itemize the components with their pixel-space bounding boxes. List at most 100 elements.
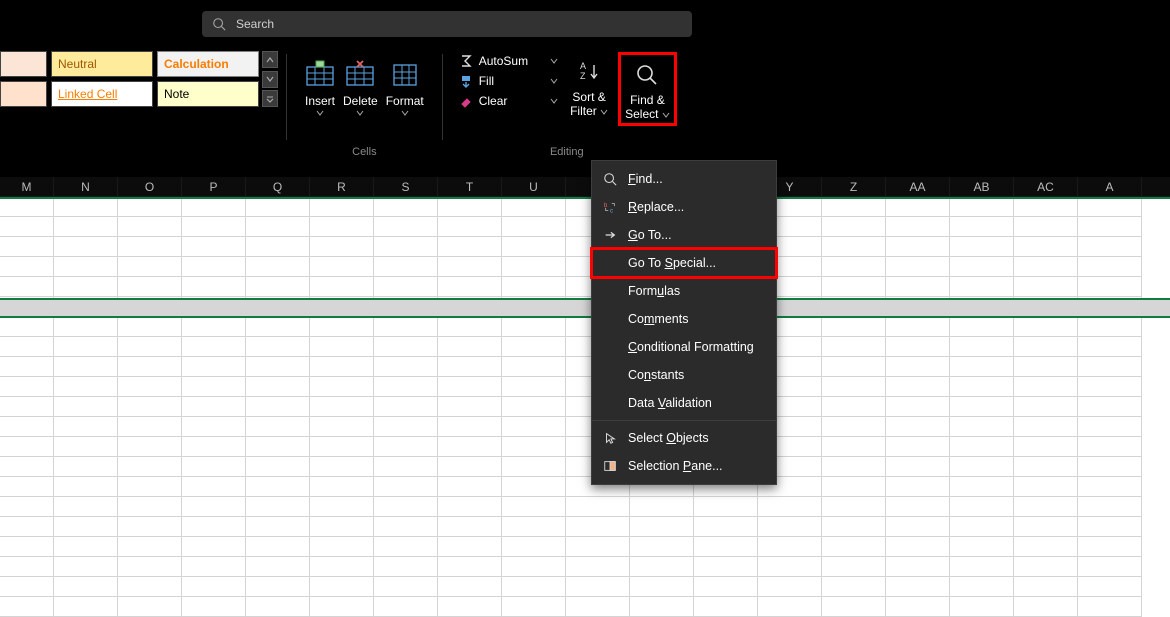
cell[interactable]: [1078, 397, 1142, 417]
grid[interactable]: [0, 197, 1170, 617]
cell[interactable]: [822, 597, 886, 617]
grid-row[interactable]: [0, 577, 1170, 597]
cell[interactable]: [374, 557, 438, 577]
cell[interactable]: [246, 517, 310, 537]
menu-comments[interactable]: Comments: [592, 305, 776, 333]
cell[interactable]: [886, 337, 950, 357]
cell[interactable]: [502, 357, 566, 377]
cell[interactable]: [822, 397, 886, 417]
style-cell-partial[interactable]: [0, 51, 47, 77]
cell[interactable]: [0, 397, 54, 417]
cell[interactable]: [118, 237, 182, 257]
cell[interactable]: [1014, 257, 1078, 277]
cell[interactable]: [822, 417, 886, 437]
cell[interactable]: [438, 257, 502, 277]
cell[interactable]: [438, 357, 502, 377]
cell[interactable]: [374, 257, 438, 277]
cell[interactable]: [1014, 317, 1078, 337]
cell[interactable]: [886, 517, 950, 537]
cell[interactable]: [822, 537, 886, 557]
cell[interactable]: [374, 357, 438, 377]
cell[interactable]: [310, 357, 374, 377]
cell[interactable]: [310, 537, 374, 557]
cell[interactable]: [0, 317, 54, 337]
cell[interactable]: [438, 437, 502, 457]
cell[interactable]: [1014, 277, 1078, 297]
cell[interactable]: [438, 237, 502, 257]
cell[interactable]: [310, 577, 374, 597]
cell[interactable]: [502, 517, 566, 537]
cell[interactable]: [438, 397, 502, 417]
cell[interactable]: [1014, 217, 1078, 237]
cell[interactable]: [630, 497, 694, 517]
cell[interactable]: [0, 537, 54, 557]
menu-data-validation[interactable]: Data Validation: [592, 389, 776, 417]
style-cell-partial-2[interactable]: [0, 81, 47, 107]
cell[interactable]: [54, 317, 118, 337]
cell[interactable]: [54, 497, 118, 517]
cell[interactable]: [694, 557, 758, 577]
cell[interactable]: [310, 557, 374, 577]
cell[interactable]: [54, 397, 118, 417]
cell[interactable]: [0, 277, 54, 297]
cell[interactable]: [1078, 197, 1142, 217]
cell[interactable]: [182, 217, 246, 237]
cell[interactable]: [182, 497, 246, 517]
autosum-button[interactable]: AutoSum: [457, 54, 560, 68]
cell[interactable]: [0, 257, 54, 277]
cell[interactable]: [310, 517, 374, 537]
cell[interactable]: [886, 397, 950, 417]
search-box[interactable]: Search: [202, 11, 692, 37]
cell[interactable]: [630, 577, 694, 597]
cell[interactable]: [0, 557, 54, 577]
cell[interactable]: [182, 237, 246, 257]
cell[interactable]: [566, 577, 630, 597]
menu-replace[interactable]: bc Replace...: [592, 193, 776, 221]
cell[interactable]: [1078, 217, 1142, 237]
cell[interactable]: [950, 397, 1014, 417]
cell[interactable]: [758, 497, 822, 517]
cell[interactable]: [822, 357, 886, 377]
cell[interactable]: [630, 597, 694, 617]
cell[interactable]: [438, 217, 502, 237]
cell[interactable]: [502, 457, 566, 477]
cell[interactable]: [758, 577, 822, 597]
cell[interactable]: [310, 217, 374, 237]
cell[interactable]: [374, 377, 438, 397]
cell[interactable]: [1078, 477, 1142, 497]
cell[interactable]: [1014, 397, 1078, 417]
cell[interactable]: [54, 237, 118, 257]
cell[interactable]: [502, 337, 566, 357]
cell[interactable]: [950, 317, 1014, 337]
cell[interactable]: [950, 557, 1014, 577]
cell[interactable]: [886, 357, 950, 377]
cell[interactable]: [246, 557, 310, 577]
cell[interactable]: [246, 577, 310, 597]
cell[interactable]: [246, 237, 310, 257]
cell[interactable]: [630, 557, 694, 577]
menu-formulas[interactable]: Formulas: [592, 277, 776, 305]
cell[interactable]: [502, 317, 566, 337]
grid-row[interactable]: [0, 377, 1170, 397]
cell[interactable]: [502, 417, 566, 437]
cell[interactable]: [182, 577, 246, 597]
cell[interactable]: [694, 577, 758, 597]
cell[interactable]: [0, 377, 54, 397]
cell[interactable]: [1078, 497, 1142, 517]
cell[interactable]: [886, 417, 950, 437]
cell[interactable]: [118, 457, 182, 477]
menu-goto-special[interactable]: Go To Special...: [592, 249, 776, 277]
cell[interactable]: [822, 197, 886, 217]
cell[interactable]: [950, 597, 1014, 617]
cell[interactable]: [1014, 237, 1078, 257]
cell[interactable]: [1078, 517, 1142, 537]
cell[interactable]: [0, 577, 54, 597]
cell[interactable]: [182, 417, 246, 437]
cell[interactable]: [54, 217, 118, 237]
find-select-button[interactable]: Find &Select: [621, 55, 674, 123]
cell[interactable]: [694, 497, 758, 517]
cell[interactable]: [950, 277, 1014, 297]
cell[interactable]: [502, 537, 566, 557]
cell[interactable]: [118, 357, 182, 377]
cell[interactable]: [246, 417, 310, 437]
